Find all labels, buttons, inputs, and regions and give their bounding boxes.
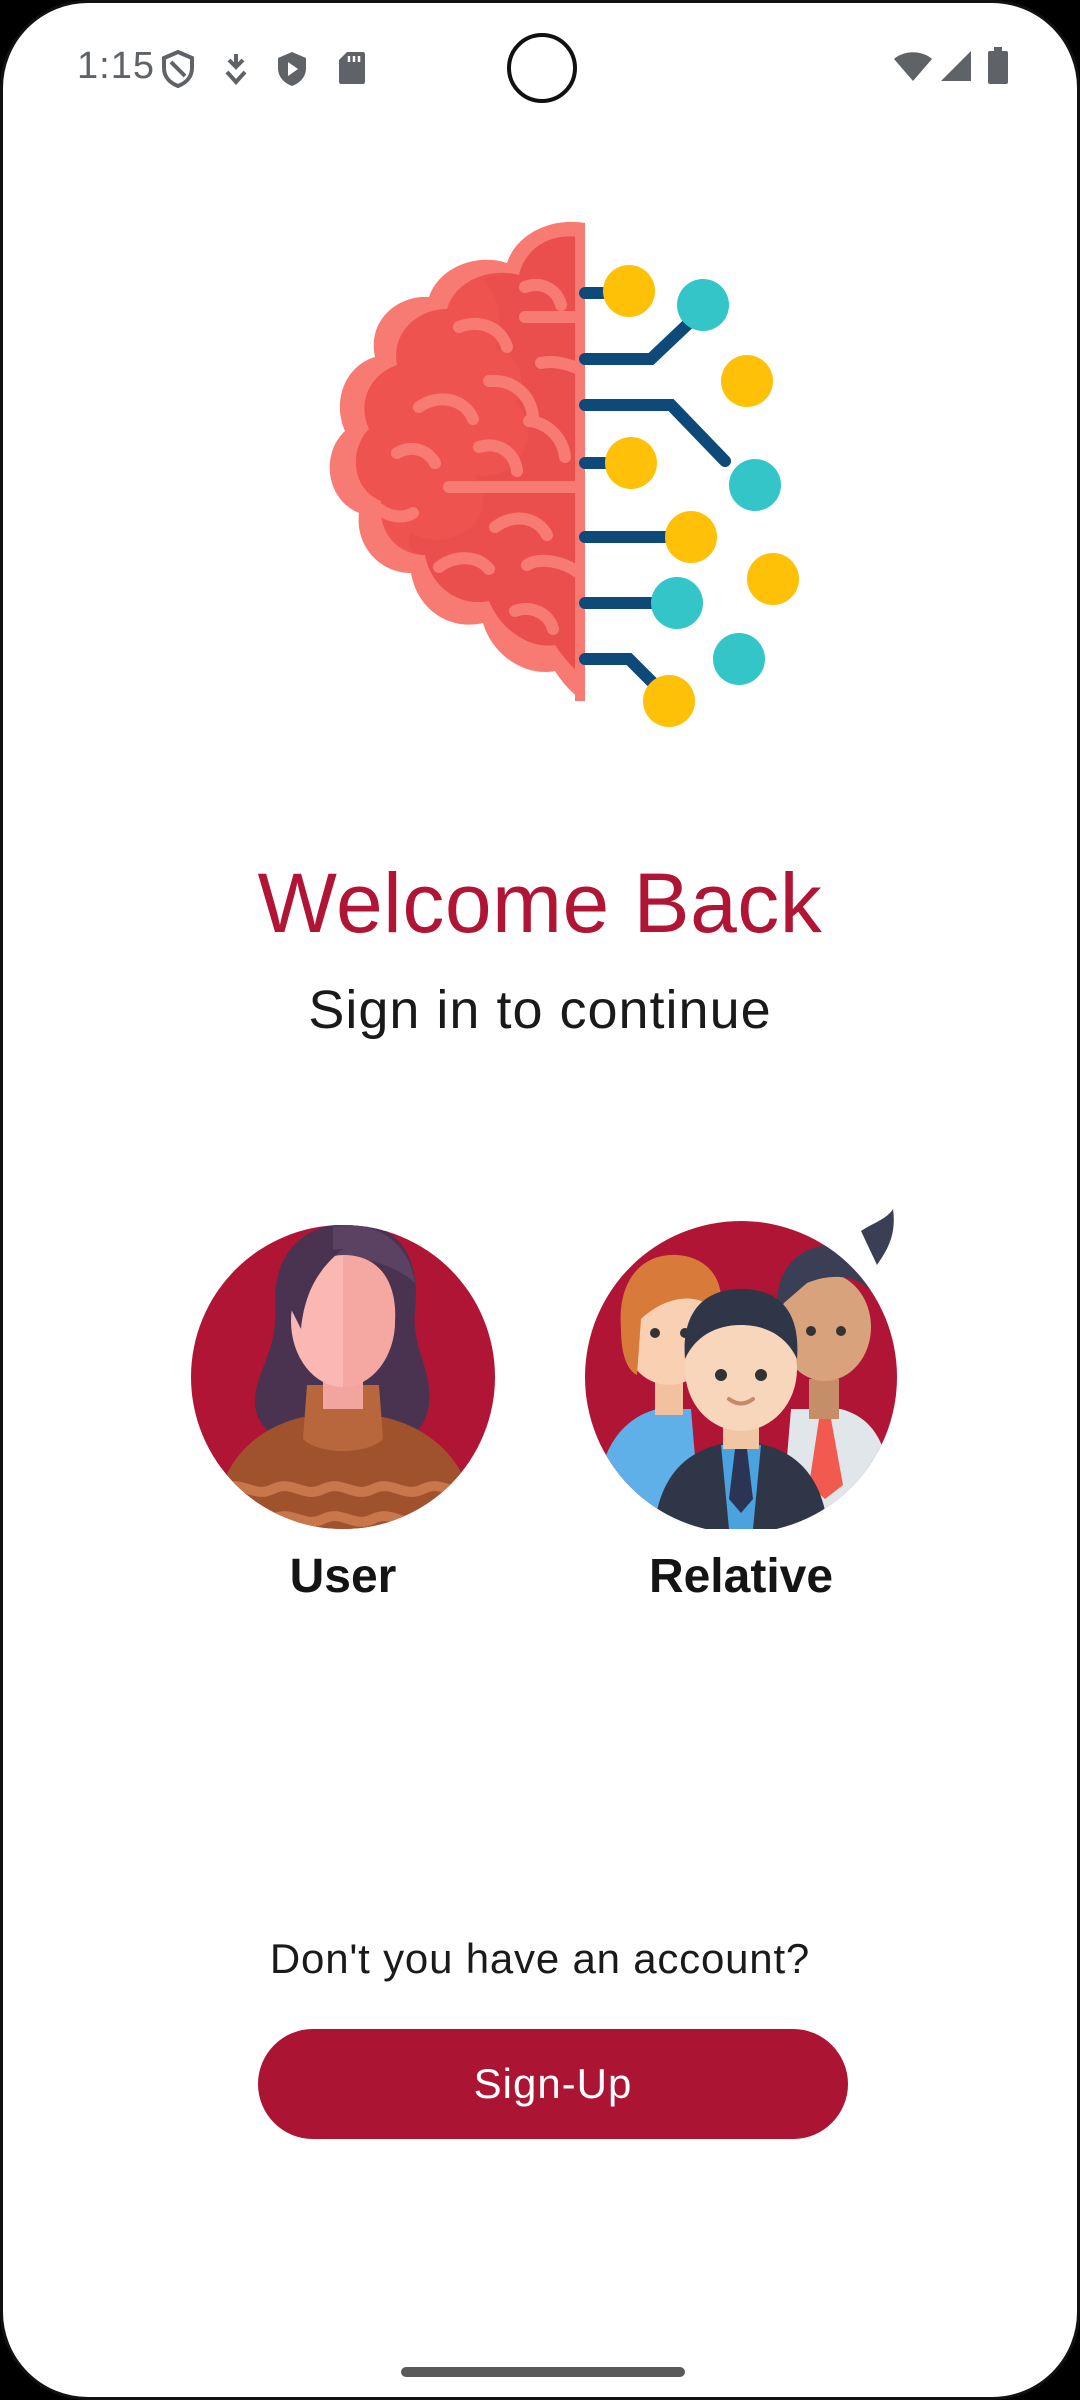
cellular-signal-icon <box>941 51 971 81</box>
relative-role-label: Relative <box>648 1550 834 1603</box>
app-screen: 1:15 Welcome Back Sign in to continue Us… <box>0 0 1080 2400</box>
home-indicator[interactable] <box>401 2367 685 2377</box>
brain-logo-illustration <box>329 221 799 727</box>
sd-card-icon <box>339 52 365 84</box>
status-time: 1:15 <box>77 45 155 87</box>
shield-outline-icon <box>162 50 194 88</box>
download-arrow-icon <box>225 54 247 85</box>
wifi-icon <box>894 52 932 81</box>
user-avatar-icon <box>191 1225 495 1529</box>
welcome-title: Welcome Back <box>257 856 823 950</box>
battery-icon <box>988 47 1008 84</box>
relative-role-option[interactable]: Relative <box>581 1209 901 1604</box>
front-camera <box>507 33 577 103</box>
play-shield-icon <box>278 52 306 86</box>
signup-button[interactable]: Sign-Up <box>258 2029 848 2139</box>
user-role-option[interactable]: User <box>183 1209 503 1604</box>
relative-group-avatar-icon <box>585 1209 897 1529</box>
user-role-label: User <box>289 1550 397 1603</box>
no-account-prompt: Don't you have an account? <box>269 1935 811 1982</box>
welcome-subtitle: Sign in to continue <box>308 980 772 1040</box>
status-bar: 1:15 <box>3 3 1077 135</box>
